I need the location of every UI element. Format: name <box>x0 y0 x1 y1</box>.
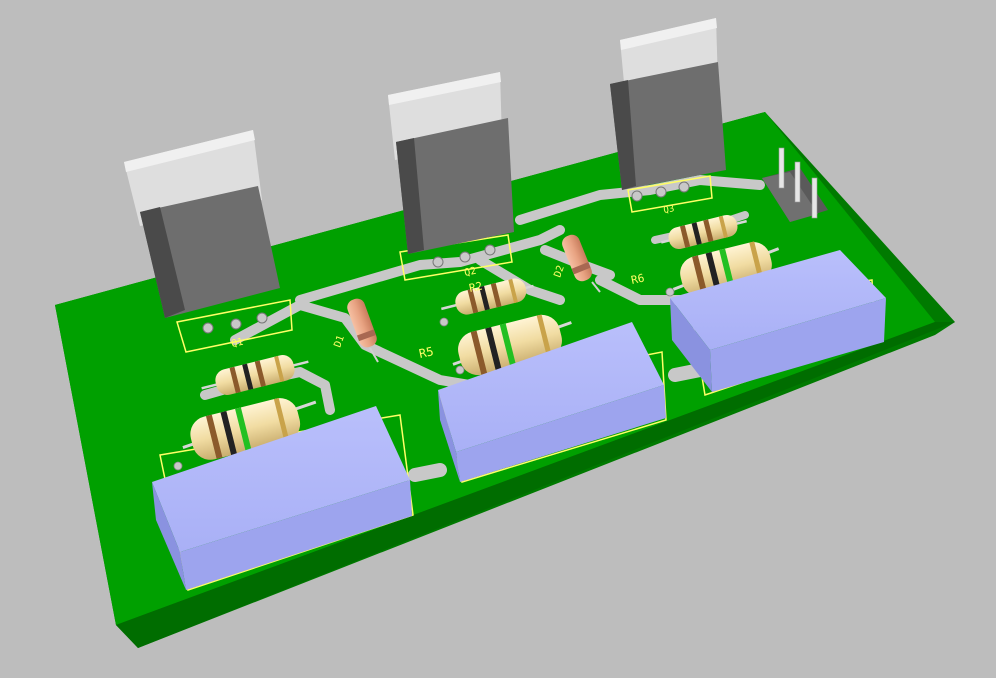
r2-label: R2 <box>468 279 484 294</box>
r5-label: R5 <box>418 344 435 361</box>
r6-label: R6 <box>630 271 646 286</box>
pcb-3d-viewport[interactable]: Q1 Q2 Q3 D1 D2 R2 R5 R6 <box>0 0 996 674</box>
q3-label: Q3 <box>663 204 675 216</box>
